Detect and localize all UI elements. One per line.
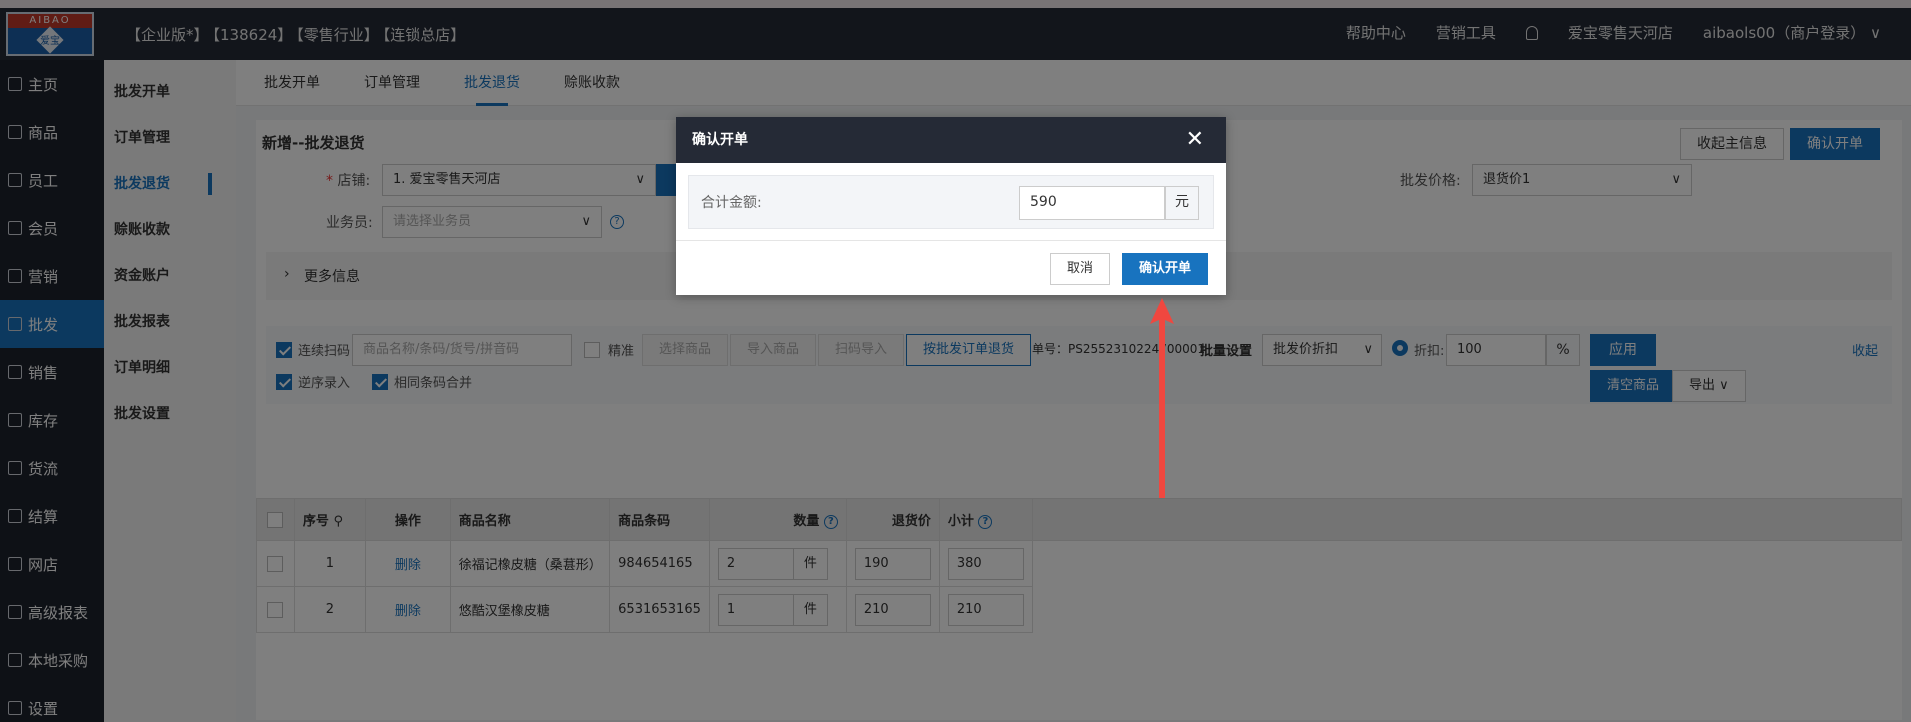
total-amount-label: 合计金额: bbox=[701, 195, 762, 211]
currency-addon: 元 bbox=[1165, 186, 1199, 220]
cancel-button[interactable]: 取消 bbox=[1050, 253, 1111, 285]
close-icon[interactable]: ✕ bbox=[1186, 117, 1204, 163]
confirm-order-button[interactable]: 确认开单 bbox=[1122, 253, 1209, 285]
confirm-order-dialog: 确认开单 ✕ 合计金额: 590 元 取消 确认开单 bbox=[676, 117, 1226, 295]
dialog-header: 确认开单 ✕ bbox=[676, 117, 1226, 163]
red-annotation-arrow bbox=[1150, 298, 1174, 498]
modal-overlay[interactable] bbox=[0, 0, 1911, 722]
arrow-shape bbox=[1150, 298, 1174, 498]
total-amount-input[interactable]: 590 bbox=[1019, 186, 1165, 220]
total-amount-row: 合计金额: 590 元 bbox=[688, 175, 1214, 229]
dialog-title: 确认开单 bbox=[692, 132, 748, 148]
dialog-footer: 取消 确认开单 bbox=[676, 240, 1226, 295]
